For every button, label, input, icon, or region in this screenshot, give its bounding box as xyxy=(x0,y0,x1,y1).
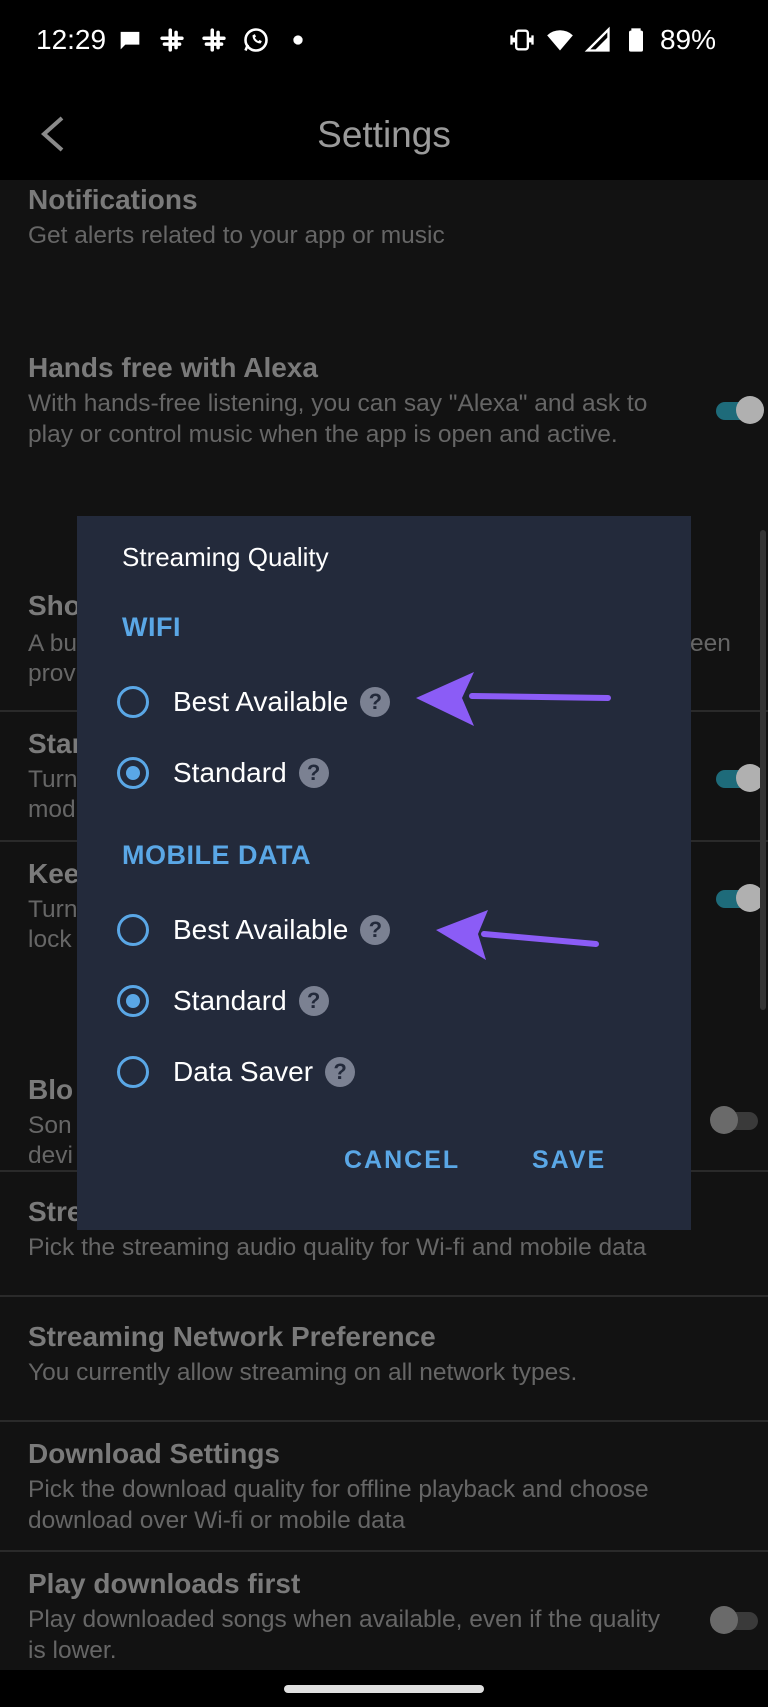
help-icon[interactable]: ? xyxy=(298,986,329,1016)
slack-icon xyxy=(202,28,226,52)
help-icon[interactable]: ? xyxy=(360,915,391,945)
radio-button[interactable] xyxy=(117,914,149,946)
alexa-toggle[interactable] xyxy=(716,396,764,424)
row6-toggle[interactable] xyxy=(710,1106,758,1134)
row4-toggle[interactable] xyxy=(716,764,764,792)
toggle-knob xyxy=(710,1606,738,1634)
row-title: Play downloads first xyxy=(28,1568,301,1599)
dot-icon xyxy=(293,35,303,45)
signal-icon xyxy=(584,26,610,52)
toggle-knob xyxy=(710,1106,738,1134)
option-label: Best Available xyxy=(173,686,349,717)
toggle-knob xyxy=(736,396,764,424)
settings-row-download-settings[interactable]: Download Settings Pick the download qual… xyxy=(0,1420,768,1552)
radio-button[interactable] xyxy=(117,686,149,718)
wifi-icon xyxy=(547,30,573,51)
settings-row-alexa[interactable]: Hands free with Alexa With hands-free li… xyxy=(0,340,768,540)
row-subtitle: You currently allow streaming on all net… xyxy=(28,1359,578,1386)
status-bar: 12:29 89% xyxy=(0,0,768,84)
annotation-arrow-icon xyxy=(416,672,611,726)
row-title: Stre xyxy=(28,1196,83,1227)
row-subtitle: een xyxy=(690,630,731,657)
option-label: Standard xyxy=(173,985,287,1016)
system-icons: 89% xyxy=(508,24,716,56)
settings-row-play-downloads[interactable]: Play downloads first Play downloaded son… xyxy=(0,1550,768,1670)
whatsapp-icon xyxy=(244,28,268,52)
dialog-title: Streaming Quality xyxy=(122,542,329,572)
vibrate-icon xyxy=(510,29,534,51)
radio-button-selected[interactable] xyxy=(117,757,149,789)
battery-percent: 89% xyxy=(659,24,716,55)
row-title: Streaming Network Preference xyxy=(28,1321,436,1352)
mobile-data-section-header: MOBILE DATA xyxy=(122,840,311,870)
row-title: Hands free with Alexa xyxy=(28,352,318,383)
row-title: Sho xyxy=(28,590,81,621)
annotation-arrow-icon xyxy=(436,910,599,960)
row-subtitle: Pick the streaming audio quality for Wi-… xyxy=(28,1234,647,1261)
row-title: Kee xyxy=(28,858,80,889)
play-downloads-toggle[interactable] xyxy=(710,1606,758,1634)
app-bar: Settings xyxy=(0,84,768,188)
wifi-section-header: WIFI xyxy=(122,612,181,642)
row-title: Download Settings xyxy=(28,1438,280,1469)
row-subtitle: Get alerts related to your app or music xyxy=(28,222,445,249)
slack-icon xyxy=(160,28,184,52)
option-label: Data Saver xyxy=(173,1056,314,1087)
home-gesture-bar[interactable] xyxy=(284,1685,484,1693)
row-subtitle: With hands-free listening, you can say "… xyxy=(28,390,648,448)
row-title: Star xyxy=(28,728,83,759)
navigation-bar xyxy=(0,1670,768,1707)
radio-button[interactable] xyxy=(117,1056,149,1088)
page-title: Settings xyxy=(317,114,451,155)
help-icon[interactable]: ? xyxy=(325,1057,356,1087)
row5-toggle[interactable] xyxy=(716,884,764,912)
streaming-quality-dialog: Streaming Quality WIFI Best Available ? … xyxy=(77,516,691,1230)
row-title: Blo xyxy=(28,1074,74,1105)
row-subtitle: Pick the download quality for offline pl… xyxy=(28,1476,649,1534)
chat-bubble-icon xyxy=(120,31,140,50)
help-icon[interactable]: ? xyxy=(298,758,329,788)
cancel-button[interactable]: CANCEL xyxy=(344,1146,460,1175)
scrollbar[interactable] xyxy=(760,530,766,1010)
option-label: Standard xyxy=(173,757,287,788)
radio-button-selected[interactable] xyxy=(117,985,149,1017)
settings-row-network-preference[interactable]: Streaming Network Preference You current… xyxy=(0,1295,768,1422)
help-icon[interactable]: ? xyxy=(360,687,391,717)
status-time: 12:29 xyxy=(36,24,107,55)
wifi-option-standard[interactable]: Standard ? xyxy=(117,749,329,797)
mobile-option-data-saver[interactable]: Data Saver ? xyxy=(117,1048,356,1096)
settings-row-notifications[interactable]: Notifications Get alerts related to your… xyxy=(0,180,768,340)
mobile-option-standard[interactable]: Standard ? xyxy=(117,977,329,1025)
wifi-option-best-available[interactable]: Best Available ? xyxy=(117,678,391,726)
save-button[interactable]: SAVE xyxy=(532,1146,606,1175)
battery-icon xyxy=(628,28,643,52)
row-title: Notifications xyxy=(28,184,198,215)
mobile-option-best-available[interactable]: Best Available ? xyxy=(117,906,391,954)
row-subtitle: Play downloaded songs when available, ev… xyxy=(28,1606,660,1664)
option-label: Best Available xyxy=(173,914,349,945)
notification-icons xyxy=(116,26,312,54)
